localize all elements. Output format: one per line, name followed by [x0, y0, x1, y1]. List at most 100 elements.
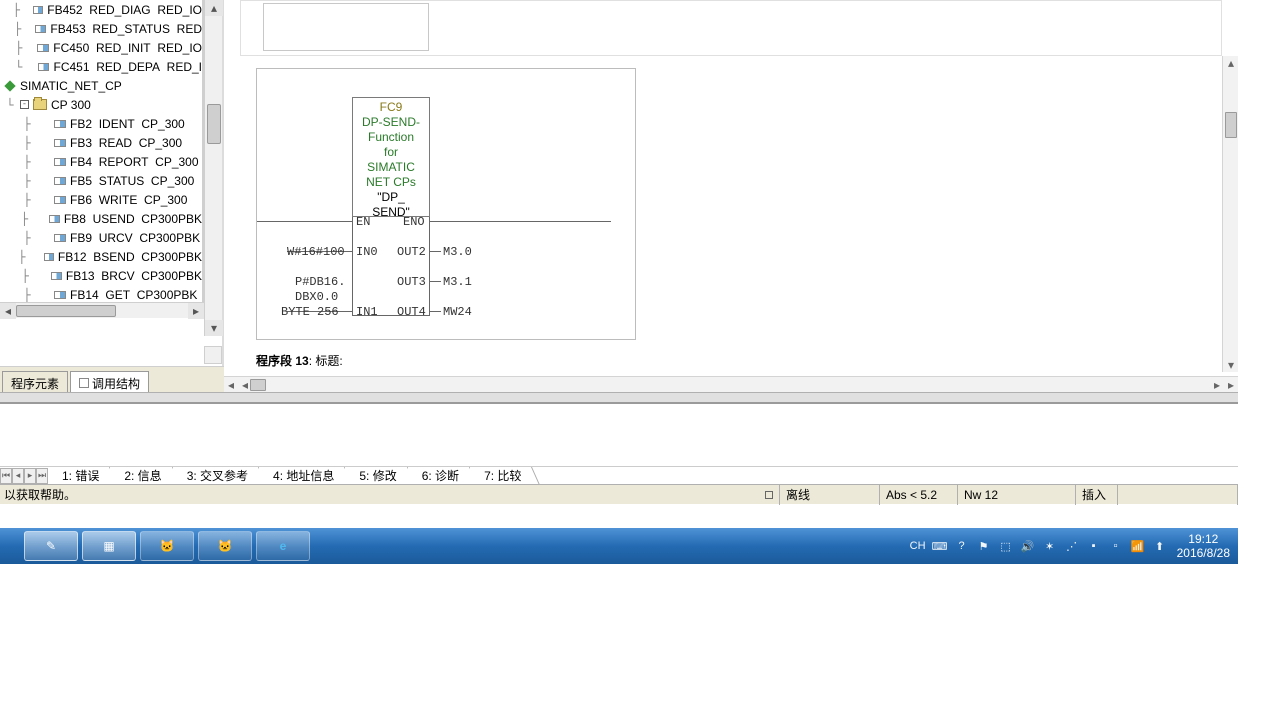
scroll-right-icon[interactable]: ▸	[188, 303, 204, 319]
tray-app-icon[interactable]: ▪	[1086, 538, 1102, 554]
tree-item[interactable]: ├FB5 STATUS CP_300	[0, 171, 202, 190]
tray-sync-icon[interactable]: ✶	[1042, 538, 1058, 554]
tab-nav-prev[interactable]: ◂	[12, 468, 24, 484]
tray-signal-icon[interactable]: 📶	[1130, 538, 1146, 554]
library-icon	[4, 80, 15, 91]
scroll-thumb[interactable]	[207, 104, 221, 144]
tree-item[interactable]: ├FB2 IDENT CP_300	[0, 114, 202, 133]
tab-crossref[interactable]: 3: 交叉参考	[173, 467, 259, 485]
network-canvas[interactable]: FC9 DP-SEND- Function for SIMATIC NET CP…	[240, 60, 1238, 374]
tree-hscrollbar[interactable]: ◂ ▸	[0, 302, 204, 318]
tree-item[interactable]: ├FC450 RED_INIT RED_IO	[0, 38, 202, 57]
tab-errors[interactable]: 1: 错误	[48, 467, 110, 485]
operand-in1-line1[interactable]: P#DB16.	[295, 275, 345, 289]
tray-app-icon[interactable]: ⋰	[1064, 538, 1080, 554]
operand-in1-line2[interactable]: DBX0.0	[295, 290, 338, 304]
tray-app-icon[interactable]: ▫	[1108, 538, 1124, 554]
block-tree[interactable]: ├FB452 RED_DIAG RED_IO ├FB453 RED_STATUS…	[0, 0, 204, 302]
tree-item[interactable]: ├FB12 BSEND CP300PBK	[0, 247, 202, 266]
tree-item[interactable]: ├FB4 REPORT CP_300	[0, 152, 202, 171]
taskbar-app-button[interactable]: 🐱	[140, 531, 194, 561]
ie-icon: e	[280, 539, 287, 553]
scroll-up-icon[interactable]: ▴	[205, 0, 223, 16]
tab-nav-next[interactable]: ▸	[24, 468, 36, 484]
operand-in1-line3[interactable]: BYTE 256	[281, 305, 339, 319]
splitter-bar[interactable]	[0, 392, 1238, 404]
output-panel: ⏮ ◂ ▸ ⏭ 1: 错误 2: 信息 3: 交叉参考 4: 地址信息 5: 修…	[0, 404, 1238, 504]
indicator-icon	[765, 491, 773, 499]
tray-flag-icon[interactable]: ⚑	[976, 538, 992, 554]
editor-hscrollbar[interactable]: ◂ ◂ ▸ ▸	[224, 376, 1238, 392]
network-title[interactable]: 程序段 13: 标题:	[256, 352, 343, 369]
scroll-up-icon[interactable]: ▴	[1223, 56, 1239, 70]
operand-out3[interactable]: M3.1	[443, 275, 472, 289]
block-icon	[37, 44, 49, 52]
tab-diagnostic[interactable]: 6: 诊断	[408, 467, 470, 485]
scroll-thumb[interactable]	[1225, 112, 1237, 138]
tray-clock[interactable]: 19:12 2016/8/28	[1177, 532, 1230, 560]
scroll-left-icon[interactable]: ◂	[0, 303, 16, 319]
operand-out2[interactable]: M3.0	[443, 245, 472, 259]
operand-out4[interactable]: MW24	[443, 305, 472, 319]
tab-modify[interactable]: 5: 修改	[345, 467, 407, 485]
block-icon	[33, 6, 44, 14]
tree-item[interactable]: ├FB6 WRITE CP_300	[0, 190, 202, 209]
tray-keyboard-icon[interactable]: ⌨	[932, 538, 948, 554]
app-icon: 🐱	[160, 539, 175, 553]
editor-vscrollbar[interactable]: ▴ ▾	[1222, 56, 1238, 372]
tree-vscrollbar[interactable]: ▴ ▾	[204, 0, 222, 336]
collapse-icon[interactable]: -	[20, 100, 29, 109]
scroll-right-icon[interactable]: ▸	[1224, 377, 1238, 393]
scroll-thumb[interactable]	[250, 379, 266, 391]
scroll-thumb[interactable]	[16, 305, 116, 317]
tree-item[interactable]: ├FB9 URCV CP300PBK	[0, 228, 202, 247]
status-indicator	[730, 485, 780, 505]
block-icon	[51, 272, 62, 280]
tray-volume-icon[interactable]: 🔊	[1020, 538, 1036, 554]
tab-compare[interactable]: 7: 比较	[470, 467, 532, 485]
block-icon	[35, 25, 46, 33]
tab-address[interactable]: 4: 地址信息	[259, 467, 345, 485]
resize-grip[interactable]	[204, 346, 222, 364]
scroll-left-icon[interactable]: ◂	[224, 377, 238, 393]
scroll-down-icon[interactable]: ▾	[1223, 358, 1239, 372]
tray-help-icon[interactable]: ?	[954, 538, 970, 554]
tree-group[interactable]: SIMATIC_NET_CP	[0, 76, 202, 95]
tab-call-structure[interactable]: 调用结构	[70, 371, 149, 393]
tree-item[interactable]: ├FB3 READ CP_300	[0, 133, 202, 152]
tree-code: FB452	[47, 3, 82, 17]
block-icon	[54, 234, 66, 242]
fb-title: FC9	[353, 100, 429, 115]
taskbar-app-button[interactable]: 🐱	[198, 531, 252, 561]
tree-item[interactable]: ├FB8 USEND CP300PBK	[0, 209, 202, 228]
block-icon	[38, 63, 50, 71]
taskbar-app-button[interactable]: ▦	[82, 531, 136, 561]
ladder-editor: FC9 DP-SEND- Function for SIMATIC NET CP…	[224, 0, 1238, 392]
start-button[interactable]	[2, 531, 16, 561]
tree-item[interactable]: ├FB453 RED_STATUS RED	[0, 19, 202, 38]
function-block[interactable]: FC9 DP-SEND- Function for SIMATIC NET CP…	[352, 97, 430, 217]
tree-item[interactable]: ├FB452 RED_DIAG RED_IO	[0, 0, 202, 19]
tree-item[interactable]: └FC451 RED_DEPA RED_I	[0, 57, 202, 76]
tab-icon	[79, 378, 89, 388]
tab-info[interactable]: 2: 信息	[110, 467, 172, 485]
tree-subgroup[interactable]: └-CP 300	[0, 95, 202, 114]
scroll-right-icon[interactable]: ▸	[1210, 377, 1224, 393]
tray-network-icon[interactable]: ⬚	[998, 538, 1014, 554]
taskbar-ie-button[interactable]: e	[256, 531, 310, 561]
app-icon: ✎	[46, 539, 56, 553]
pin-out2: OUT2	[397, 245, 426, 259]
network-frame: FC9 DP-SEND- Function for SIMATIC NET CP…	[256, 68, 636, 340]
scroll-down-icon[interactable]: ▾	[205, 320, 223, 336]
taskbar-app-button[interactable]: ✎	[24, 531, 78, 561]
tree-item[interactable]: ├FB13 BRCV CP300PBK	[0, 266, 202, 285]
block-icon	[54, 177, 66, 185]
tree-item[interactable]: ├FB14 GET CP300PBK	[0, 285, 202, 302]
tab-program-elements[interactable]: 程序元素	[2, 371, 68, 393]
ime-indicator[interactable]: CH	[910, 538, 926, 554]
operand-in0[interactable]: W#16#100	[287, 245, 345, 259]
tab-nav-first[interactable]: ⏮	[0, 468, 12, 484]
tray-updates-icon[interactable]: ⬆	[1152, 538, 1168, 554]
wire	[429, 251, 441, 252]
tab-nav-last[interactable]: ⏭	[36, 468, 48, 484]
